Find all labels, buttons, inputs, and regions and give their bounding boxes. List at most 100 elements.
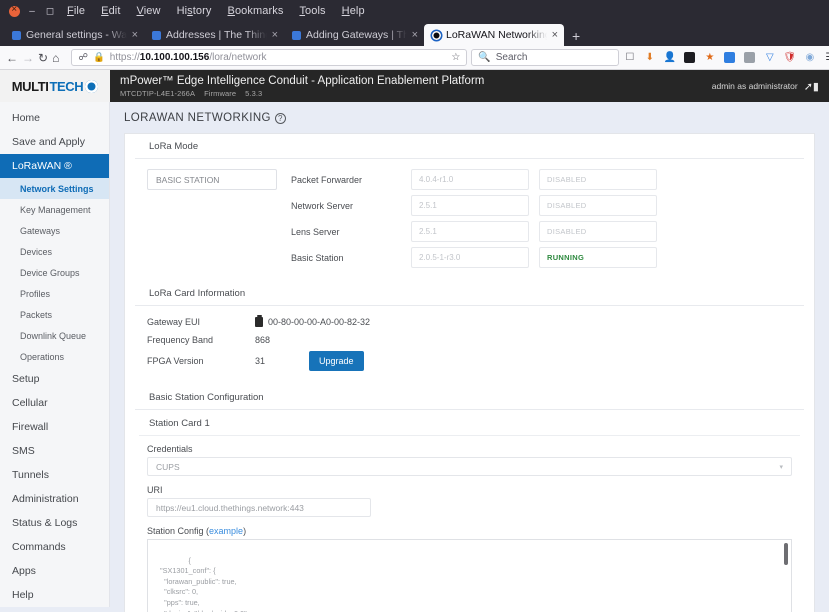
help-icon[interactable]: ? [274, 112, 286, 124]
current-user-label: admin as administrator [711, 81, 798, 91]
shield-icon[interactable]: ☍ [78, 52, 88, 63]
container-icon[interactable] [723, 51, 736, 64]
adblock-icon[interactable]: 🛡 [783, 51, 796, 64]
basic-station-section-title: Basic Station Configuration [135, 385, 804, 410]
sidebar-item-device-groups[interactable]: Device Groups [0, 262, 109, 283]
menu-icon[interactable]: ☰ [823, 51, 829, 64]
table-row: Lens Server 2.5.1 DISABLED [291, 221, 800, 242]
table-row: FPGA Version 31 Upgrade [147, 350, 800, 372]
back-icon[interactable]: ← [6, 48, 18, 67]
pocket-icon[interactable]: ☐ [623, 51, 636, 64]
menu-edit[interactable]: Edit [94, 2, 127, 20]
multitech-logo: MULTI TECH [0, 70, 110, 102]
sidebar-item-devices[interactable]: Devices [0, 241, 109, 262]
menu-help[interactable]: Help [335, 2, 372, 20]
sidebar-item-commands[interactable]: Commands [0, 535, 109, 559]
tab-close-icon[interactable]: × [412, 29, 418, 41]
sidebar-item-gateways[interactable]: Gateways [0, 220, 109, 241]
menu-bookmarks[interactable]: Bookmarks [221, 2, 291, 20]
sidebar-item-setup[interactable]: Setup [0, 367, 109, 391]
lora-card-info-section-title: LoRa Card Information [135, 281, 804, 306]
tab-label: LoRaWAN Networking [446, 29, 547, 41]
lock-icon[interactable]: 🔒 [93, 52, 105, 63]
sidebar-item-packets[interactable]: Packets [0, 304, 109, 325]
logout-icon[interactable]: ➚▮ [804, 80, 819, 93]
copy-icon[interactable] [255, 315, 263, 327]
logo-text-tech: TECH [49, 78, 84, 94]
forward-icon[interactable]: → [22, 48, 34, 67]
sidebar-item-key-management[interactable]: Key Management [0, 199, 109, 220]
mode-row-label: Packet Forwarder [291, 174, 363, 185]
app-header-user-area: admin as administrator ➚▮ [712, 80, 829, 93]
credentials-select[interactable]: CUPS ▾ [147, 457, 792, 476]
sidebar-item-firewall[interactable]: Firewall [0, 415, 109, 439]
sidebar-item-network-settings[interactable]: Network Settings [0, 178, 109, 199]
firmware-version: 5.3.3 [245, 88, 263, 98]
menu-history[interactable]: History [170, 2, 219, 20]
search-bar[interactable]: 🔍 Search [471, 49, 620, 66]
window-minimize-button[interactable]: – [24, 3, 40, 19]
sidebar-item-administration[interactable]: Administration [0, 487, 109, 511]
sidebar-item-status-and-logs[interactable]: Status & Logs [0, 511, 109, 535]
credentials-field: Credentials CUPS ▾ URI https://eu1.cloud… [135, 444, 804, 612]
credentials-value: CUPS [156, 461, 180, 472]
lora-mode-select[interactable]: BASIC STATION [147, 169, 277, 190]
credentials-label: Credentials [147, 444, 193, 454]
sidebar-item-home[interactable]: Home [0, 106, 109, 130]
tab-close-icon[interactable]: × [272, 29, 278, 41]
new-tab-button[interactable]: + [564, 29, 588, 46]
delete-icon[interactable] [743, 51, 756, 64]
menu-view[interactable]: View [130, 2, 168, 20]
scrollbar-thumb[interactable] [784, 543, 788, 565]
yubikey-icon[interactable]: ▽ [763, 51, 776, 64]
upgrade-button[interactable]: Upgrade [309, 351, 364, 371]
gateway-eui-value: 00-80-00-00-A0-00-82-32 [268, 316, 371, 327]
url-bar[interactable]: ☍ 🔒 https://10.100.100.156/lora/network … [71, 49, 468, 66]
firefox-relay-icon[interactable]: ★ [703, 51, 716, 64]
account-icon[interactable]: 👤 [663, 51, 676, 64]
sidebar-item-apps[interactable]: Apps [0, 559, 109, 583]
web-page: MULTI TECH mPower™ Edge Intelligence Cond… [0, 70, 829, 612]
window-close-button[interactable] [6, 3, 22, 19]
sidebar-item-downlink-queue[interactable]: Downlink Queue [0, 325, 109, 346]
sidebar-item-operations[interactable]: Operations [0, 346, 109, 367]
downloads-icon[interactable]: ⬇ [643, 51, 656, 64]
browser-tab[interactable]: General settings - Wainh × [4, 24, 144, 46]
home-icon[interactable]: ⌂ [52, 48, 59, 67]
page-title-text: LORAWAN NETWORKING [124, 112, 271, 124]
sidebar-item-sms[interactable]: SMS [0, 439, 109, 463]
mode-row-version: 2.5.1 [411, 221, 529, 242]
station-config-example-link[interactable]: example [209, 526, 243, 536]
table-row: Packet Forwarder 4.0.4-r1.0 DISABLED [291, 169, 800, 190]
browser-tab-active[interactable]: LoRaWAN Networking × [424, 24, 564, 46]
sidebar-item-lorawan[interactable]: LoRaWAN ® [0, 154, 109, 178]
tab-strip: General settings - Wainh × Addresses | T… [0, 22, 829, 46]
window-maximize-button[interactable]: ◻ [42, 3, 58, 19]
sidebar-item-profiles[interactable]: Profiles [0, 283, 109, 304]
browser-tab[interactable]: Adding Gateways | The Th × [284, 24, 424, 46]
bookmark-star-icon[interactable]: ☆ [451, 52, 460, 63]
frequency-band-label: Frequency Band [147, 334, 214, 345]
station-card-title: Station Card 1 [139, 410, 800, 436]
station-config-textarea[interactable]: { "SX1301_conf": { "lorawan_public": tru… [147, 539, 792, 612]
navigation-toolbar: ← → ↻ ⌂ ☍ 🔒 https://10.100.100.156/lora/… [0, 46, 829, 70]
uri-input[interactable]: https://eu1.cloud.thethings.network:443 [147, 498, 371, 517]
sidebar-item-save-and-apply[interactable]: Save and Apply [0, 130, 109, 154]
sidebar-item-cellular[interactable]: Cellular [0, 391, 109, 415]
reload-icon[interactable]: ↻ [38, 48, 48, 67]
menu-file[interactable]: File [60, 2, 92, 20]
logo-text-multi: MULTI [11, 78, 49, 94]
uri-value: https://eu1.cloud.thethings.network:443 [156, 502, 304, 513]
lora-mode-status-table: Packet Forwarder 4.0.4-r1.0 DISABLED Net… [291, 169, 800, 273]
tab-favicon-icon [292, 30, 301, 40]
mode-row-label: Basic Station [291, 252, 344, 263]
menu-tools[interactable]: Tools [292, 2, 332, 20]
tab-close-icon[interactable]: × [552, 29, 558, 41]
tab-close-icon[interactable]: × [132, 29, 138, 41]
sidebar-item-tunnels[interactable]: Tunnels [0, 463, 109, 487]
tab-label: Adding Gateways | The Th [306, 29, 407, 41]
browser-tab[interactable]: Addresses | The Things S × [144, 24, 284, 46]
sidebar-item-help[interactable]: Help [0, 583, 109, 607]
privacy-icon[interactable]: ◉ [803, 51, 816, 64]
reader-icon[interactable] [683, 51, 696, 64]
